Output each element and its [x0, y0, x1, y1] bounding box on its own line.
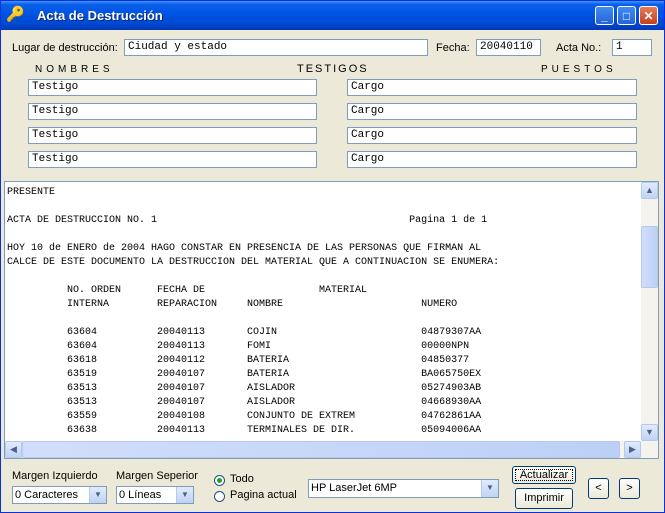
vertical-scroll-thumb[interactable]	[641, 226, 658, 288]
testigo-puesto-1[interactable]: Cargo	[347, 79, 637, 96]
printer-select[interactable]: HP LaserJet 6MP ▼	[308, 479, 499, 498]
margen-superior-value: 0 Líneas	[119, 489, 162, 501]
lugar-input[interactable]: Ciudad y estado	[124, 39, 428, 56]
scroll-down-icon[interactable]: ▼	[641, 424, 658, 441]
horizontal-scrollbar[interactable]: ◀ ▶	[5, 441, 641, 458]
chevron-down-icon[interactable]: ▼	[481, 480, 498, 497]
testigo-nombre-4[interactable]: Testigo	[28, 151, 317, 168]
testigo-nombre-2[interactable]: Testigo	[28, 103, 317, 120]
testigo-nombre-3[interactable]: Testigo	[28, 127, 317, 144]
fecha-label: Fecha:	[436, 42, 470, 54]
radio-pagina-actual[interactable]	[214, 491, 225, 502]
acta-label: Acta No.:	[556, 42, 602, 54]
report-preview[interactable]: PRESENTE ACTA DE DESTRUCCION NO. 1 Pagin…	[4, 181, 659, 459]
window-title: Acta de Destrucción	[37, 8, 163, 23]
testigo-nombre-1[interactable]: Testigo	[28, 79, 317, 96]
scroll-right-icon[interactable]: ▶	[624, 441, 641, 458]
chevron-down-icon[interactable]: ▼	[89, 487, 106, 503]
testigo-puesto-3[interactable]: Cargo	[347, 127, 637, 144]
acta-window: 🔑 Acta de Destrucción _ □ ✕ Lugar de des…	[0, 0, 665, 513]
margen-superior-select[interactable]: 0 Líneas ▼	[116, 486, 194, 504]
lugar-label: Lugar de destrucción:	[12, 42, 118, 54]
actualizar-button[interactable]: Actualizar	[512, 466, 576, 484]
testigos-header: TESTIGOS	[297, 63, 369, 75]
radio-pagina-actual-label: Pagina actual	[230, 489, 297, 501]
title-bar[interactable]: 🔑 Acta de Destrucción _ □ ✕	[1, 1, 664, 30]
scroll-up-icon[interactable]: ▲	[641, 182, 658, 199]
horizontal-scroll-thumb[interactable]	[22, 441, 620, 458]
scroll-left-icon[interactable]: ◀	[5, 441, 22, 458]
imprimir-button[interactable]: Imprimir	[515, 488, 573, 509]
key-icon: 🔑	[6, 6, 25, 23]
margen-superior-label: Margen Seperior	[116, 470, 198, 482]
acta-input[interactable]: 1	[612, 39, 652, 56]
margen-izquierdo-value: 0 Caracteres	[15, 489, 78, 501]
nombres-header: NOMBRES	[35, 64, 114, 75]
printer-value: HP LaserJet 6MP	[311, 482, 398, 494]
puestos-header: PUESTOS	[541, 64, 617, 75]
margen-izquierdo-label: Margen Izquierdo	[12, 470, 98, 482]
next-page-button[interactable]: >	[619, 478, 640, 499]
close-button[interactable]: ✕	[639, 6, 658, 25]
fecha-input[interactable]: 20040110	[476, 39, 541, 56]
minimize-button[interactable]: _	[595, 6, 614, 25]
testigo-puesto-4[interactable]: Cargo	[347, 151, 637, 168]
vertical-scrollbar[interactable]: ▲ ▼	[641, 182, 658, 458]
chevron-down-icon[interactable]: ▼	[176, 487, 193, 503]
radio-todo-label: Todo	[230, 473, 254, 485]
maximize-button[interactable]: □	[617, 6, 636, 25]
margen-izquierdo-select[interactable]: 0 Caracteres ▼	[12, 486, 107, 504]
report-text: PRESENTE ACTA DE DESTRUCCION NO. 1 Pagin…	[7, 187, 500, 436]
previous-page-button[interactable]: <	[588, 478, 609, 499]
testigo-puesto-2[interactable]: Cargo	[347, 103, 637, 120]
radio-todo[interactable]	[214, 475, 225, 486]
